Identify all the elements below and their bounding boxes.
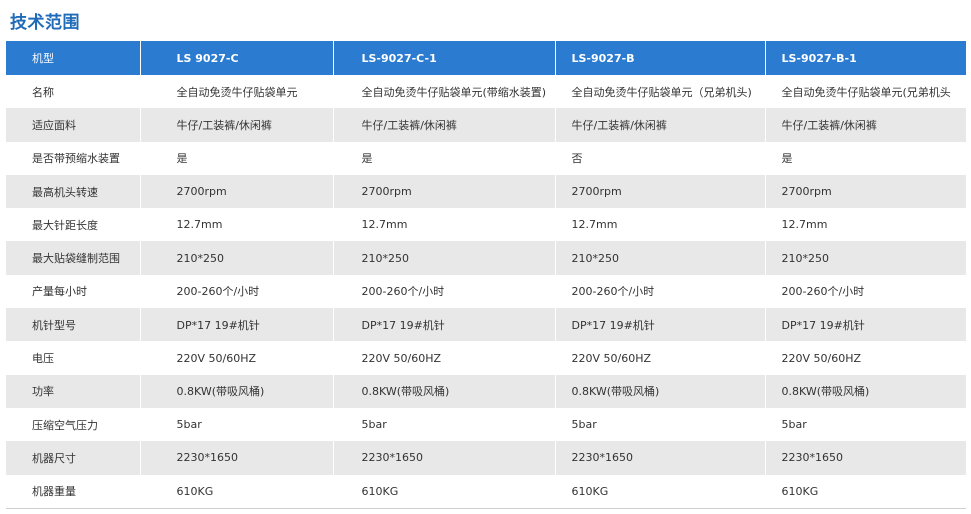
table-cell: 牛仔/工装裤/休闲裤 xyxy=(555,108,766,142)
table-row: 最大贴袋缝制范围 210*250 210*250 210*250 210*250 xyxy=(6,241,966,275)
row-label: 最大针距长度 xyxy=(6,208,141,242)
table-cell: 是 xyxy=(333,141,556,175)
table-cell: 全自动免烫牛仔贴袋单元(带缩水装置) xyxy=(333,75,556,109)
table-cell: 220V 50/60HZ xyxy=(765,341,966,375)
table-cell: 0.8KW(带吸风桶) xyxy=(555,374,766,408)
table-row: 机针型号 DP*17 19#机针 DP*17 19#机针 DP*17 19#机针 DP*… xyxy=(6,308,966,342)
table-row: 最大针距长度 12.7mm 12.7mm 12.7mm 12.7mm xyxy=(6,208,966,242)
header-model-3: LS-9027-B xyxy=(555,41,766,75)
table-row: 最高机头转速 2700rpm 2700rpm 2700rpm 2700rpm xyxy=(6,174,966,209)
table-cell: 0.8KW(带吸风桶) xyxy=(140,374,334,408)
table-cell: 5bar xyxy=(555,407,766,442)
table-cell: 5bar xyxy=(140,407,334,442)
row-label: 名称 xyxy=(6,75,141,109)
table-row: 名称 全自动免烫牛仔贴袋单元 全自动免烫牛仔贴袋单元(带缩水装置) 全自动免烫牛仔贴袋… xyxy=(6,75,966,109)
table-row: 机器尺寸 2230*1650 2230*1650 2230*1650 2230*1650 xyxy=(6,441,966,475)
table-row: 适应面料 牛仔/工装裤/休闲裤 牛仔/工装裤/休闲裤 牛仔/工装裤/休闲裤 牛仔/工装裤… xyxy=(6,108,966,142)
table-cell: 牛仔/工装裤/休闲裤 xyxy=(765,108,966,142)
row-label: 电压 xyxy=(6,341,141,375)
table-cell: 0.8KW(带吸风桶) xyxy=(765,374,966,408)
row-label: 产量每小时 xyxy=(6,274,141,309)
row-label: 功率 xyxy=(6,374,141,408)
table-cell: 是 xyxy=(765,141,966,175)
table-cell: 牛仔/工装裤/休闲裤 xyxy=(140,108,334,142)
header-model-4: LS-9027-B-1 xyxy=(765,41,966,75)
table-row: 机器重量 610KG 610KG 610KG 610KG xyxy=(6,474,966,509)
table-cell: 牛仔/工装裤/休闲裤 xyxy=(333,108,556,142)
table-cell: 5bar xyxy=(765,407,966,442)
table-row: 压缩空气压力 5bar 5bar 5bar 5bar xyxy=(6,407,966,442)
row-label: 压缩空气压力 xyxy=(6,407,141,442)
table-cell: 否 xyxy=(555,141,766,175)
page-title: 技术范围 xyxy=(10,13,80,33)
table-cell: 200-260个/小时 xyxy=(765,274,966,309)
row-label: 机器重量 xyxy=(6,474,141,509)
table-cell: 220V 50/60HZ xyxy=(555,341,766,375)
table-cell: 200-260个/小时 xyxy=(140,274,334,309)
table-cell: 2230*1650 xyxy=(765,441,966,475)
table-row: 电压 220V 50/60HZ 220V 50/60HZ 220V 50/60HZ 22… xyxy=(6,341,966,375)
table-cell: 200-260个/小时 xyxy=(555,274,766,309)
table-cell: 210*250 xyxy=(765,241,966,275)
row-label: 机器尺寸 xyxy=(6,441,141,475)
table-cell: 220V 50/60HZ xyxy=(140,341,334,375)
table-cell: DP*17 19#机针 xyxy=(555,308,766,342)
table-cell: 2230*1650 xyxy=(333,441,556,475)
table-cell: 2700rpm xyxy=(555,174,766,209)
table-cell: 220V 50/60HZ xyxy=(333,341,556,375)
table-cell: 2700rpm xyxy=(140,174,334,209)
table-cell: 2230*1650 xyxy=(555,441,766,475)
table-row: 产量每小时 200-260个/小时 200-260个/小时 200-260个/小时 20… xyxy=(6,274,966,309)
table-cell: 2230*1650 xyxy=(140,441,334,475)
table-cell: 全自动免烫牛仔贴袋单元(兄弟机头 xyxy=(765,75,966,109)
table-cell: 12.7mm xyxy=(140,208,334,242)
table-cell: 全自动免烫牛仔贴袋单元 xyxy=(140,75,334,109)
table-cell: 5bar xyxy=(333,407,556,442)
table-cell: DP*17 19#机针 xyxy=(765,308,966,342)
table-cell: 全自动免烫牛仔贴袋单元（兄弟机头) xyxy=(555,75,766,109)
table-cell: 12.7mm xyxy=(765,208,966,242)
table-row: 功率 0.8KW(带吸风桶) 0.8KW(带吸风桶) 0.8KW(带吸风桶) 0.8KW… xyxy=(6,374,966,408)
table-cell: 12.7mm xyxy=(555,208,766,242)
row-label: 适应面料 xyxy=(6,108,141,142)
table-cell: DP*17 19#机针 xyxy=(333,308,556,342)
table-header-row: 机型 LS 9027-C LS-9027-C-1 LS-9027-B LS-90… xyxy=(6,41,966,75)
table-cell: 610KG xyxy=(333,474,556,509)
table-cell: DP*17 19#机针 xyxy=(140,308,334,342)
table-cell: 是 xyxy=(140,141,334,175)
table-cell: 610KG xyxy=(765,474,966,509)
table-cell: 610KG xyxy=(140,474,334,509)
table-cell: 610KG xyxy=(555,474,766,509)
table-cell: 210*250 xyxy=(333,241,556,275)
table-cell: 2700rpm xyxy=(333,174,556,209)
table-cell: 12.7mm xyxy=(333,208,556,242)
table-body: 名称 全自动免烫牛仔贴袋单元 全自动免烫牛仔贴袋单元(带缩水装置) 全自动免烫牛仔贴袋… xyxy=(6,75,966,509)
table-row: 是否带预缩水装置是是否是 xyxy=(6,141,966,175)
table-cell: 200-260个/小时 xyxy=(333,274,556,309)
row-label: 最高机头转速 xyxy=(6,174,141,209)
table-cell: 2700rpm xyxy=(765,174,966,209)
table-cell: 210*250 xyxy=(555,241,766,275)
table-cell: 210*250 xyxy=(140,241,334,275)
row-label: 机针型号 xyxy=(6,308,141,342)
table-cell: 0.8KW(带吸风桶) xyxy=(333,374,556,408)
spec-table: 机型 LS 9027-C LS-9027-C-1 LS-9027-B LS-90… xyxy=(6,41,966,509)
header-model-1: LS 9027-C xyxy=(140,41,334,75)
row-label: 最大贴袋缝制范围 xyxy=(6,241,141,275)
header-model-label: 机型 xyxy=(6,41,141,75)
row-label: 是否带预缩水装置 xyxy=(6,141,141,175)
header-model-2: LS-9027-C-1 xyxy=(333,41,556,75)
